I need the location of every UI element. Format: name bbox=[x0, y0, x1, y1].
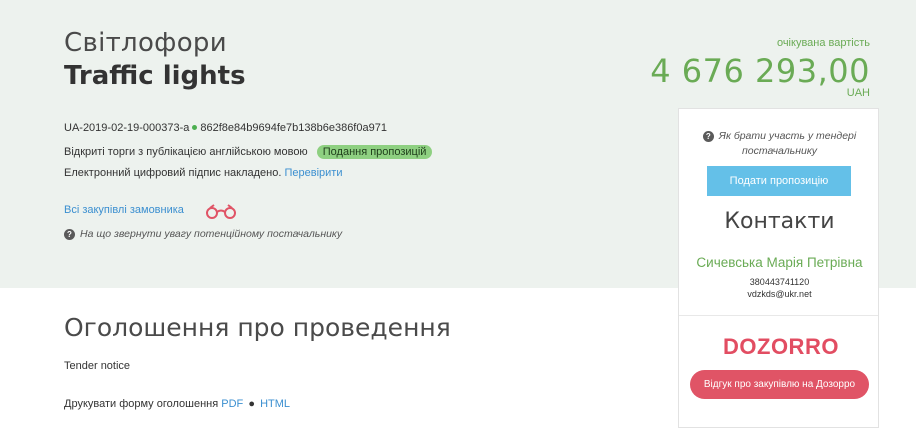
contact-email: vdzkds@ukr.net bbox=[747, 289, 812, 299]
signature-text: Електронний цифровий підпис накладено. bbox=[64, 167, 282, 179]
question-circle-icon: ? bbox=[702, 130, 714, 142]
attention-hint[interactable]: ? На що звернути увагу потенційному поста… bbox=[64, 228, 342, 240]
tender-hash: 862f8e84b9694fe7b138b6e386f0a971 bbox=[200, 122, 387, 134]
howto-text: Як брати участь у тендері постачальнику bbox=[718, 130, 857, 157]
question-circle-icon: ? bbox=[64, 228, 75, 240]
pdf-link[interactable]: PDF bbox=[221, 398, 243, 410]
status-badge: Подання пропозицій bbox=[316, 145, 433, 159]
price-label: очікувана вартість bbox=[776, 37, 870, 49]
verify-signature-link[interactable]: Перевірити bbox=[284, 167, 342, 179]
glasses-icon[interactable] bbox=[204, 203, 238, 219]
notice-subtitle: Tender notice bbox=[64, 360, 131, 372]
print-label: Друкувати форму оголошення bbox=[64, 398, 219, 410]
howto-participate-link[interactable]: ? Як брати участь у тендері постачальнику bbox=[689, 129, 870, 159]
participation-card: ? Як брати участь у тендері постачальнику… bbox=[678, 108, 879, 428]
dozorro-logo: DOZORRO bbox=[723, 334, 839, 359]
price-currency: UAH bbox=[846, 87, 870, 99]
notice-heading: Оголошення про проведення bbox=[64, 313, 451, 342]
contact-name: Сичевська Марія Петрівна bbox=[696, 255, 863, 270]
all-purchases-link[interactable]: Всі закупівлі замовника bbox=[64, 204, 184, 216]
tender-id: UA-2019-02-19-000373-a bbox=[64, 122, 190, 134]
attention-text: На що звернути увагу потенційному постач… bbox=[80, 228, 343, 240]
card-divider bbox=[679, 315, 878, 316]
dozorro-review-button[interactable]: Відгук про закупівлю на Дозорро bbox=[690, 370, 869, 399]
submit-proposal-button[interactable]: Подати пропозицію bbox=[707, 166, 851, 196]
tender-title-ua: Світлофори bbox=[64, 28, 227, 58]
procedure-type: Відкриті торги з публікацією англійською… bbox=[64, 146, 308, 158]
html-link[interactable]: HTML bbox=[260, 398, 290, 410]
contacts-heading: Контакти bbox=[724, 209, 835, 234]
tender-title-en: Traffic lights bbox=[64, 61, 246, 91]
tender-id-line: UA-2019-02-19-000373-a 862f8e84b9694fe7b1… bbox=[64, 122, 387, 134]
print-notice-line: Друкувати форму оголошення PDF ● HTML bbox=[64, 398, 290, 410]
contact-phone: 380443741120 bbox=[749, 277, 810, 287]
status-dot-icon bbox=[192, 125, 198, 131]
signature-line: Електронний цифровий підпис накладено. П… bbox=[64, 167, 342, 179]
procedure-line: Відкриті торги з публікацією англійською… bbox=[64, 145, 433, 159]
separator-bullet: ● bbox=[248, 398, 255, 410]
price-value: 4 676 293,00 bbox=[650, 52, 870, 90]
